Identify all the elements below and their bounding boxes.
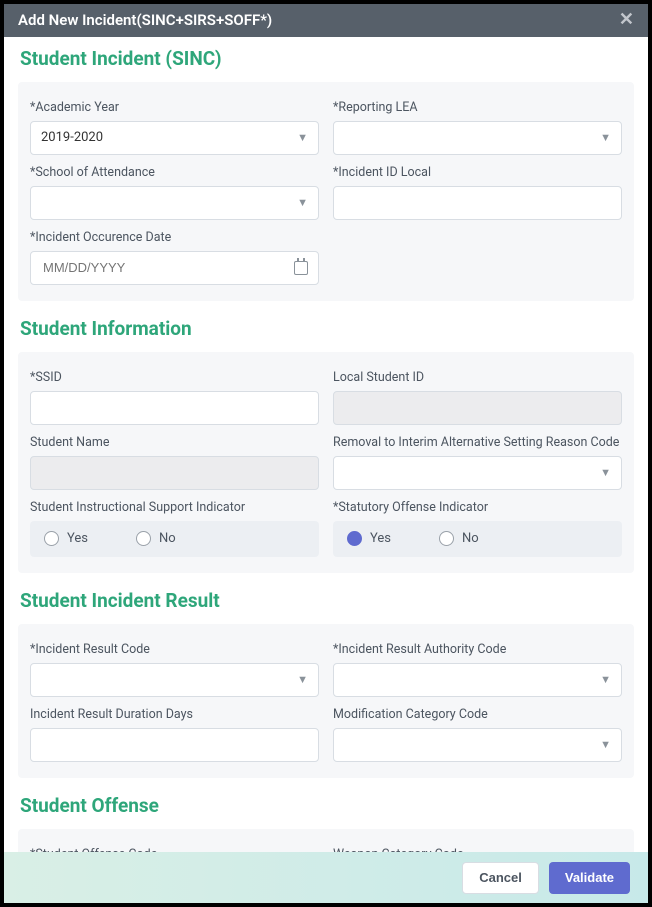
- radio-icon: [44, 531, 59, 546]
- support-indicator-yes[interactable]: Yes: [44, 531, 88, 546]
- panel-result: *Incident Result Code ▼ *Incident Result…: [18, 624, 634, 778]
- chevron-down-icon: ▼: [297, 196, 308, 209]
- duration-days-input[interactable]: [30, 728, 319, 762]
- statutory-offense-yes[interactable]: Yes: [347, 531, 391, 546]
- removal-reason-label: Removal to Interim Alternative Setting R…: [333, 435, 622, 450]
- support-indicator-group: Yes No: [30, 521, 319, 557]
- titlebar: Add New Incident(SINC+SIRS+SOFF*) ✕: [4, 4, 648, 37]
- authority-code-label: *Incident Result Authority Code: [333, 642, 622, 657]
- calendar-icon[interactable]: [294, 261, 308, 275]
- radio-icon: [347, 531, 362, 546]
- academic-year-select[interactable]: 2019-2020 ▼: [30, 121, 319, 155]
- modal-body: Student Incident (SINC) *Academic Year 2…: [4, 37, 648, 852]
- incident-date-input[interactable]: [30, 251, 319, 285]
- chevron-down-icon: ▼: [600, 673, 611, 686]
- chevron-down-icon: ▼: [297, 131, 308, 144]
- cancel-button[interactable]: Cancel: [462, 862, 539, 894]
- local-id-input: [333, 391, 622, 425]
- validate-button[interactable]: Validate: [549, 862, 630, 894]
- student-name-label: Student Name: [30, 435, 319, 450]
- result-code-select[interactable]: ▼: [30, 663, 319, 697]
- mod-category-label: Modification Category Code: [333, 707, 622, 722]
- reporting-lea-select[interactable]: ▼: [333, 121, 622, 155]
- section-title-sinc: Student Incident (SINC): [20, 47, 632, 70]
- incident-date-label: *Incident Occurence Date: [30, 230, 319, 245]
- statutory-offense-group: Yes No: [333, 521, 622, 557]
- modal-footer: Cancel Validate: [4, 852, 648, 903]
- result-code-label: *Incident Result Code: [30, 642, 319, 657]
- section-title-result: Student Incident Result: [20, 589, 632, 612]
- panel-offense: *Student Offense Code ▼ Weapon Category …: [18, 829, 634, 852]
- student-name-input: [30, 456, 319, 490]
- ssid-input[interactable]: [30, 391, 319, 425]
- chevron-down-icon: ▼: [600, 738, 611, 751]
- window-title: Add New Incident(SINC+SIRS+SOFF*): [18, 11, 272, 29]
- statutory-offense-label: *Statutory Offense Indicator: [333, 500, 622, 515]
- incident-id-local-input[interactable]: [333, 186, 622, 220]
- local-id-label: Local Student ID: [333, 370, 622, 385]
- academic-year-value: 2019-2020: [41, 130, 103, 145]
- school-attendance-select[interactable]: ▼: [30, 186, 319, 220]
- panel-sinc: *Academic Year 2019-2020 ▼ *Reporting LE…: [18, 82, 634, 301]
- mod-category-select[interactable]: ▼: [333, 728, 622, 762]
- statutory-offense-no[interactable]: No: [439, 531, 479, 546]
- panel-student-info: *SSID Local Student ID Student Name Remo…: [18, 352, 634, 573]
- authority-code-select[interactable]: ▼: [333, 663, 622, 697]
- academic-year-label: *Academic Year: [30, 100, 319, 115]
- support-indicator-label: Student Instructional Support Indicator: [30, 500, 319, 515]
- incident-id-local-label: *Incident ID Local: [333, 165, 622, 180]
- chevron-down-icon: ▼: [297, 673, 308, 686]
- support-indicator-no[interactable]: No: [136, 531, 176, 546]
- radio-icon: [439, 531, 454, 546]
- radio-icon: [136, 531, 151, 546]
- chevron-down-icon: ▼: [600, 466, 611, 479]
- duration-days-label: Incident Result Duration Days: [30, 707, 319, 722]
- section-title-offense: Student Offense: [20, 794, 632, 817]
- incident-date-text[interactable]: [41, 259, 255, 276]
- close-icon[interactable]: ✕: [619, 11, 634, 29]
- section-title-student-info: Student Information: [20, 317, 632, 340]
- school-attendance-label: *School of Attendance: [30, 165, 319, 180]
- modal-window: Add New Incident(SINC+SIRS+SOFF*) ✕ Stud…: [4, 4, 648, 903]
- ssid-label: *SSID: [30, 370, 319, 385]
- removal-reason-select[interactable]: ▼: [333, 456, 622, 490]
- chevron-down-icon: ▼: [600, 131, 611, 144]
- reporting-lea-label: *Reporting LEA: [333, 100, 622, 115]
